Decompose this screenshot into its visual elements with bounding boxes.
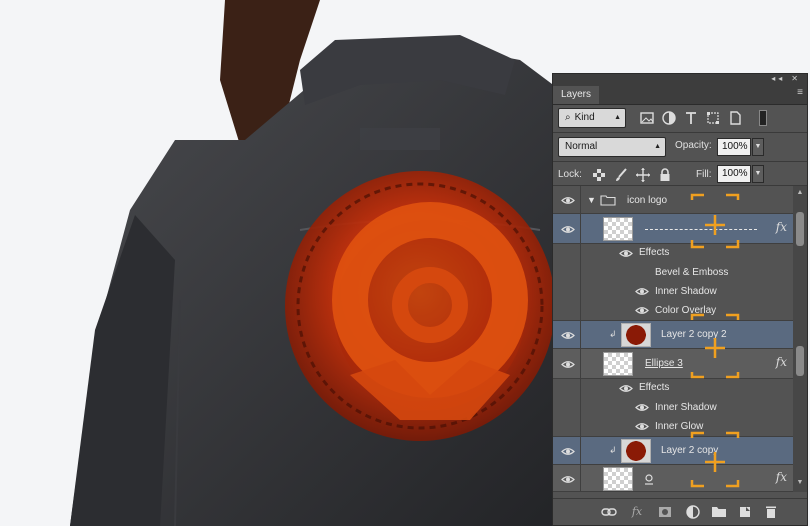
- effects-row[interactable]: Effects: [553, 244, 793, 263]
- eye-icon[interactable]: [561, 331, 575, 340]
- filter-toggle-switch[interactable]: [759, 110, 767, 126]
- layer-row-layer-2-copy[interactable]: ↲ Layer 2 copy: [553, 437, 793, 465]
- eye-icon[interactable]: [635, 306, 649, 315]
- eye-icon[interactable]: [619, 384, 633, 393]
- visibility-column: [553, 244, 581, 263]
- link-layers-icon[interactable]: [601, 505, 617, 519]
- fx-icon[interactable]: fx: [776, 470, 787, 484]
- layer-thumbnail: [621, 439, 651, 463]
- opacity-dropdown-arrow[interactable]: ▼: [752, 138, 764, 156]
- opacity-label: Opacity:: [675, 140, 712, 151]
- eye-icon[interactable]: [635, 422, 649, 431]
- layer-name: icon logo: [627, 195, 668, 206]
- lock-position-move-icon[interactable]: [635, 167, 651, 183]
- effects-label: Effects: [639, 382, 670, 393]
- visibility-column: [553, 301, 581, 320]
- scroll-thumb[interactable]: [796, 346, 804, 376]
- effect-row[interactable]: Color Overlay: [553, 301, 793, 321]
- effect-row[interactable]: Inner Glow: [553, 417, 793, 437]
- layers-bottom-toolbar: fx: [553, 498, 807, 525]
- lock-label: Lock:: [558, 169, 582, 180]
- logo-shape-icon: [645, 474, 653, 485]
- type-layer-filter-icon[interactable]: [683, 110, 699, 126]
- scroll-thumb[interactable]: [796, 212, 804, 246]
- clipping-mask-arrow-icon: ↲: [609, 445, 617, 455]
- add-layer-style-fx-icon[interactable]: fx: [629, 505, 645, 519]
- chevron-updown-icon: ▲: [654, 143, 661, 150]
- panel-top-bar: ◂◂ ✕: [553, 74, 807, 84]
- visibility-column: [553, 417, 581, 436]
- layer-thumbnail: [603, 217, 633, 241]
- panel-tab-bar: Layers ≡: [553, 84, 807, 105]
- adjustment-layer-filter-icon[interactable]: [661, 110, 677, 126]
- layer-row-shape-logo[interactable]: fx: [553, 465, 793, 492]
- layer-thumbnail: [621, 323, 651, 347]
- close-panel-icon[interactable]: ✕: [791, 74, 801, 83]
- fx-icon[interactable]: fx: [776, 355, 787, 369]
- new-layer-icon[interactable]: [737, 505, 753, 519]
- eye-icon[interactable]: [635, 287, 649, 296]
- fill-label: Fill:: [696, 169, 712, 180]
- panel-menu-icon[interactable]: ≡: [797, 87, 803, 98]
- blend-mode-dropdown[interactable]: Normal ▲: [558, 137, 666, 157]
- eye-icon[interactable]: [635, 403, 649, 412]
- effects-row[interactable]: Effects: [553, 379, 793, 398]
- visibility-column: [553, 379, 581, 398]
- visibility-column: [553, 398, 581, 417]
- fx-icon[interactable]: fx: [776, 220, 787, 234]
- filter-kind-value: Kind: [574, 112, 595, 123]
- layer-row-selected-shape[interactable]: fx: [553, 214, 793, 244]
- fill-field[interactable]: 100%: [717, 165, 751, 183]
- effects-label: Effects: [639, 247, 670, 258]
- layers-scrollbar[interactable]: ▲ ▼: [793, 186, 807, 492]
- add-layer-mask-icon[interactable]: [657, 505, 673, 519]
- fill-dropdown-arrow[interactable]: ▼: [752, 165, 764, 183]
- smart-object-filter-icon[interactable]: [727, 110, 743, 126]
- new-group-folder-icon[interactable]: [711, 505, 727, 519]
- opacity-field[interactable]: 100%: [717, 138, 751, 156]
- delete-layer-trash-icon[interactable]: [763, 505, 779, 519]
- layer-thumbnail: [603, 352, 633, 376]
- eye-icon[interactable]: [561, 360, 575, 369]
- visibility-column: [553, 263, 581, 282]
- eye-icon[interactable]: [561, 225, 575, 234]
- expand-triangle-icon[interactable]: ▼: [587, 195, 596, 205]
- tab-layers[interactable]: Layers: [553, 86, 600, 104]
- filter-kind-dropdown[interactable]: ⌕ Kind ▲: [558, 108, 626, 128]
- search-icon: ⌕: [565, 112, 571, 123]
- clipping-mask-arrow-icon: ↲: [609, 329, 617, 339]
- eye-icon[interactable]: [561, 447, 575, 456]
- layer-row-layer-2-copy-2[interactable]: ↲ Layer 2 copy 2: [553, 321, 793, 349]
- lock-image-pixels-brush-icon[interactable]: [613, 167, 629, 183]
- new-adjustment-layer-icon[interactable]: [685, 505, 701, 519]
- eye-icon[interactable]: [619, 249, 633, 258]
- blend-mode-value: Normal: [565, 141, 598, 152]
- layer-row-ellipse-3[interactable]: Ellipse 3 fx: [553, 349, 793, 379]
- chevron-updown-icon: ▲: [614, 114, 621, 121]
- effect-row[interactable]: Bevel & Emboss: [553, 263, 793, 282]
- annotation-crosshair-frames: [690, 193, 740, 488]
- collapse-panel-icon[interactable]: ◂◂: [771, 74, 785, 83]
- shape-layer-filter-icon[interactable]: [705, 110, 721, 126]
- divider: [553, 161, 807, 162]
- layer-group-row[interactable]: ▼ icon logo: [553, 186, 793, 214]
- scroll-up-arrow-icon[interactable]: ▲: [795, 188, 805, 198]
- layer-name: Ellipse 3: [645, 358, 683, 369]
- eye-icon[interactable]: [561, 475, 575, 484]
- pixel-layer-filter-icon[interactable]: [639, 110, 655, 126]
- effect-row[interactable]: Inner Shadow: [553, 398, 793, 417]
- layer-thumbnail: [603, 467, 633, 491]
- effect-row[interactable]: Inner Shadow: [553, 282, 793, 301]
- scroll-down-arrow-icon[interactable]: ▼: [795, 478, 805, 488]
- eye-icon[interactable]: [561, 196, 575, 205]
- lock-transparent-pixels-icon[interactable]: [591, 167, 607, 183]
- folder-icon: [600, 195, 616, 206]
- divider: [553, 132, 807, 133]
- lock-all-padlock-icon[interactable]: [657, 167, 673, 183]
- visibility-column: [553, 282, 581, 301]
